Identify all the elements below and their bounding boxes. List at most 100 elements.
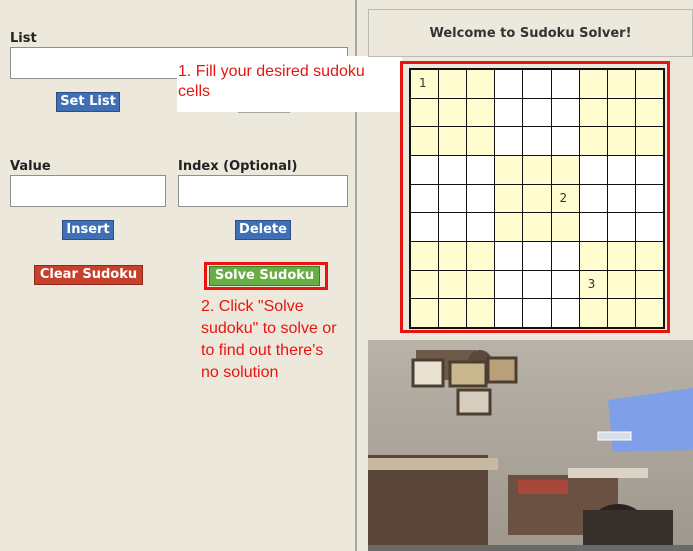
sudoku-cell[interactable] — [579, 70, 607, 98]
sudoku-cell[interactable] — [523, 299, 551, 327]
sudoku-cell[interactable] — [495, 155, 523, 184]
sudoku-cell[interactable] — [523, 155, 551, 184]
sudoku-cell[interactable] — [523, 184, 551, 213]
sudoku-cell[interactable] — [411, 270, 439, 299]
sudoku-cell[interactable] — [495, 127, 523, 155]
sudoku-cell[interactable] — [495, 270, 523, 299]
sudoku-cell[interactable] — [495, 184, 523, 213]
sudoku-cell[interactable] — [495, 98, 523, 127]
sudoku-cell[interactable] — [467, 184, 495, 213]
sudoku-cell[interactable] — [607, 299, 635, 327]
sudoku-grid: 1 2 3 — [409, 68, 665, 329]
list-label: List — [10, 31, 37, 46]
sudoku-cell[interactable] — [551, 213, 579, 241]
clear-sudoku-button[interactable]: Clear Sudoku — [34, 265, 143, 285]
sudoku-cell[interactable] — [607, 241, 635, 270]
sudoku-cell[interactable] — [467, 127, 495, 155]
sudoku-cell[interactable] — [439, 241, 467, 270]
sudoku-cell[interactable] — [635, 270, 663, 299]
sudoku-cell[interactable] — [411, 98, 439, 127]
sudoku-cell[interactable]: 2 — [551, 184, 579, 213]
sudoku-cell[interactable] — [551, 98, 579, 127]
sudoku-cell[interactable] — [579, 184, 607, 213]
sudoku-cell[interactable] — [467, 70, 495, 98]
sudoku-cell[interactable] — [579, 299, 607, 327]
sudoku-cell[interactable] — [551, 127, 579, 155]
sudoku-cell[interactable] — [523, 241, 551, 270]
value-label: Value — [10, 159, 51, 174]
sudoku-cell[interactable] — [607, 155, 635, 184]
sudoku-cell[interactable] — [467, 213, 495, 241]
sudoku-cell[interactable] — [411, 127, 439, 155]
sudoku-cell[interactable] — [523, 270, 551, 299]
set-list-button[interactable]: Set List — [56, 92, 120, 112]
sudoku-cell[interactable] — [523, 213, 551, 241]
sudoku-cell[interactable] — [495, 213, 523, 241]
sudoku-cell[interactable] — [467, 270, 495, 299]
sudoku-cell[interactable] — [439, 70, 467, 98]
sudoku-cell[interactable] — [635, 299, 663, 327]
value-input[interactable] — [10, 175, 166, 207]
webcam-photo — [368, 340, 693, 551]
sudoku-cell[interactable] — [439, 213, 467, 241]
sudoku-cell[interactable] — [607, 213, 635, 241]
sudoku-cell[interactable] — [495, 241, 523, 270]
sudoku-cell[interactable] — [439, 155, 467, 184]
step1-line2: cells — [178, 83, 211, 100]
sudoku-cell[interactable] — [579, 213, 607, 241]
sudoku-cell[interactable] — [607, 270, 635, 299]
sudoku-cell[interactable] — [635, 213, 663, 241]
sudoku-cell[interactable] — [467, 299, 495, 327]
sudoku-cell[interactable] — [411, 213, 439, 241]
sudoku-cell[interactable] — [439, 98, 467, 127]
sudoku-cell[interactable] — [551, 155, 579, 184]
room-photo-image — [368, 340, 693, 551]
sudoku-cell[interactable] — [523, 127, 551, 155]
sudoku-cell[interactable] — [467, 155, 495, 184]
step1-annotation-box: 1. Fill your desired sudoku cells — [177, 56, 402, 112]
sudoku-cell[interactable] — [607, 98, 635, 127]
index-input[interactable] — [178, 175, 348, 207]
sudoku-cell[interactable] — [495, 299, 523, 327]
sudoku-cell[interactable] — [495, 70, 523, 98]
sudoku-cell[interactable] — [411, 241, 439, 270]
sudoku-cell[interactable] — [439, 270, 467, 299]
sudoku-cell[interactable] — [579, 127, 607, 155]
sudoku-cell[interactable] — [607, 127, 635, 155]
sudoku-cell[interactable] — [635, 241, 663, 270]
sudoku-cell[interactable] — [411, 155, 439, 184]
grid-highlight-box: 1 2 3 — [400, 61, 670, 333]
sudoku-cell[interactable] — [635, 70, 663, 98]
sudoku-cell[interactable] — [579, 241, 607, 270]
sudoku-cell[interactable] — [635, 127, 663, 155]
sudoku-cell[interactable] — [607, 70, 635, 98]
sudoku-cell[interactable] — [439, 127, 467, 155]
sudoku-cell[interactable] — [467, 241, 495, 270]
sudoku-cell[interactable] — [523, 70, 551, 98]
solve-sudoku-button[interactable]: Solve Sudoku — [209, 266, 320, 286]
sudoku-cell[interactable] — [551, 241, 579, 270]
sudoku-cell[interactable]: 3 — [579, 270, 607, 299]
sudoku-cell[interactable] — [411, 184, 439, 213]
sudoku-cell[interactable] — [635, 98, 663, 127]
sudoku-cell[interactable] — [467, 98, 495, 127]
sudoku-cell[interactable] — [551, 70, 579, 98]
index-label: Index (Optional) — [178, 159, 298, 174]
step1-line1: 1. Fill your desired sudoku — [178, 63, 365, 80]
sudoku-cell[interactable] — [551, 299, 579, 327]
sudoku-cell[interactable] — [411, 299, 439, 327]
sudoku-cell[interactable] — [439, 299, 467, 327]
step2-line2: sudoku" to solve or — [201, 320, 337, 337]
sudoku-cell[interactable]: 1 — [411, 70, 439, 98]
sudoku-cell[interactable] — [607, 184, 635, 213]
sudoku-cell[interactable] — [579, 98, 607, 127]
sudoku-cell[interactable] — [635, 155, 663, 184]
sudoku-cell[interactable] — [439, 184, 467, 213]
sudoku-cell[interactable] — [551, 270, 579, 299]
delete-button[interactable]: Delete — [235, 220, 291, 240]
sudoku-cell[interactable] — [523, 98, 551, 127]
sudoku-cell[interactable] — [579, 155, 607, 184]
sudoku-cell[interactable] — [635, 184, 663, 213]
insert-button[interactable]: Insert — [62, 220, 114, 240]
welcome-header: Welcome to Sudoku Solver! — [368, 9, 693, 57]
